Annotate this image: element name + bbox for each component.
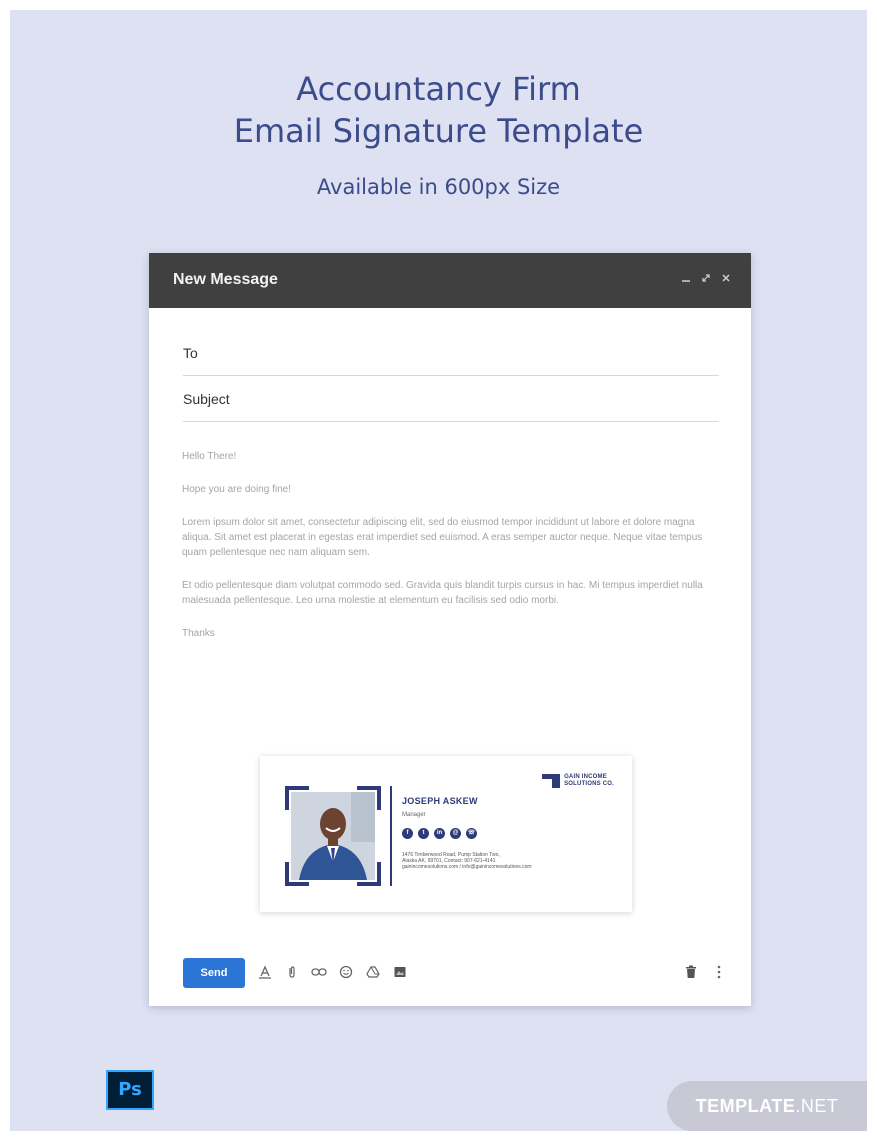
page-title: Accountancy Firm Email Signature Templat…	[0, 68, 877, 152]
to-field[interactable]: To	[183, 345, 719, 376]
compose-window: New Message To Subject Hello There! Hope…	[149, 253, 751, 1006]
body-line-2: Hope you are doing fine!	[182, 484, 291, 495]
expand-icon[interactable]	[701, 272, 711, 286]
signature-name: JOSEPH ASKEW	[402, 796, 478, 806]
title-line-1: Accountancy Firm	[296, 70, 581, 108]
format-text-icon[interactable]	[257, 964, 273, 980]
signature-divider	[390, 786, 392, 886]
compose-header: New Message	[149, 253, 751, 308]
compose-toolbar	[257, 964, 408, 980]
signature-address: 1476 Timberwood Road, Pump Station Two, …	[402, 852, 532, 870]
phone-icon[interactable]: ☏	[466, 828, 477, 839]
emoji-icon[interactable]	[338, 964, 354, 980]
profile-photo	[291, 792, 375, 880]
minimize-icon[interactable]	[681, 272, 691, 286]
body-paragraph-1: Lorem ipsum dolor sit amet, consectetur …	[182, 517, 703, 558]
facebook-icon[interactable]: f	[402, 828, 413, 839]
brand-suffix: .NET	[795, 1096, 839, 1116]
body-greeting: Hello There!	[182, 451, 237, 462]
message-body[interactable]: Hello There! Hope you are doing fine! Lo…	[182, 449, 707, 659]
photoshop-icon: Ps	[106, 1070, 154, 1110]
company-logo: GAIN INCOME SOLUTIONS CO.	[542, 774, 614, 788]
company-name: GAIN INCOME SOLUTIONS CO.	[564, 774, 614, 787]
compose-title: New Message	[173, 271, 278, 288]
body-closing: Thanks	[182, 628, 215, 639]
drive-icon[interactable]	[365, 964, 381, 980]
body-paragraph-2: Et odio pellentesque diam volutpat commo…	[182, 580, 703, 606]
to-label: To	[183, 345, 198, 361]
brand-main: TEMPLATE	[695, 1096, 796, 1116]
link-icon[interactable]	[311, 964, 327, 980]
send-button[interactable]: Send	[183, 958, 245, 988]
attach-icon[interactable]	[284, 964, 300, 980]
subject-field[interactable]: Subject	[183, 391, 719, 422]
close-icon[interactable]	[721, 272, 731, 286]
title-line-2: Email Signature Template	[233, 112, 644, 150]
linkedin-icon[interactable]: in	[434, 828, 445, 839]
window-controls	[681, 272, 731, 286]
template-net-logo: TEMPLATE.NET	[667, 1081, 867, 1131]
subject-label: Subject	[183, 391, 230, 407]
social-icons: f t in @ ☏	[402, 828, 477, 839]
more-options-icon[interactable]	[711, 964, 727, 980]
company-logo-icon	[542, 774, 561, 788]
twitter-icon[interactable]: t	[418, 828, 429, 839]
signature-role: Manager	[402, 812, 426, 818]
compose-right-tools	[683, 964, 727, 980]
trash-icon[interactable]	[683, 964, 699, 980]
photo-icon[interactable]	[392, 964, 408, 980]
email-signature: GAIN INCOME SOLUTIONS CO. JOSEPH ASKEW M…	[260, 756, 632, 912]
profile-photo-frame	[285, 786, 381, 886]
email-icon[interactable]: @	[450, 828, 461, 839]
page-subtitle: Available in 600px Size	[316, 175, 561, 199]
